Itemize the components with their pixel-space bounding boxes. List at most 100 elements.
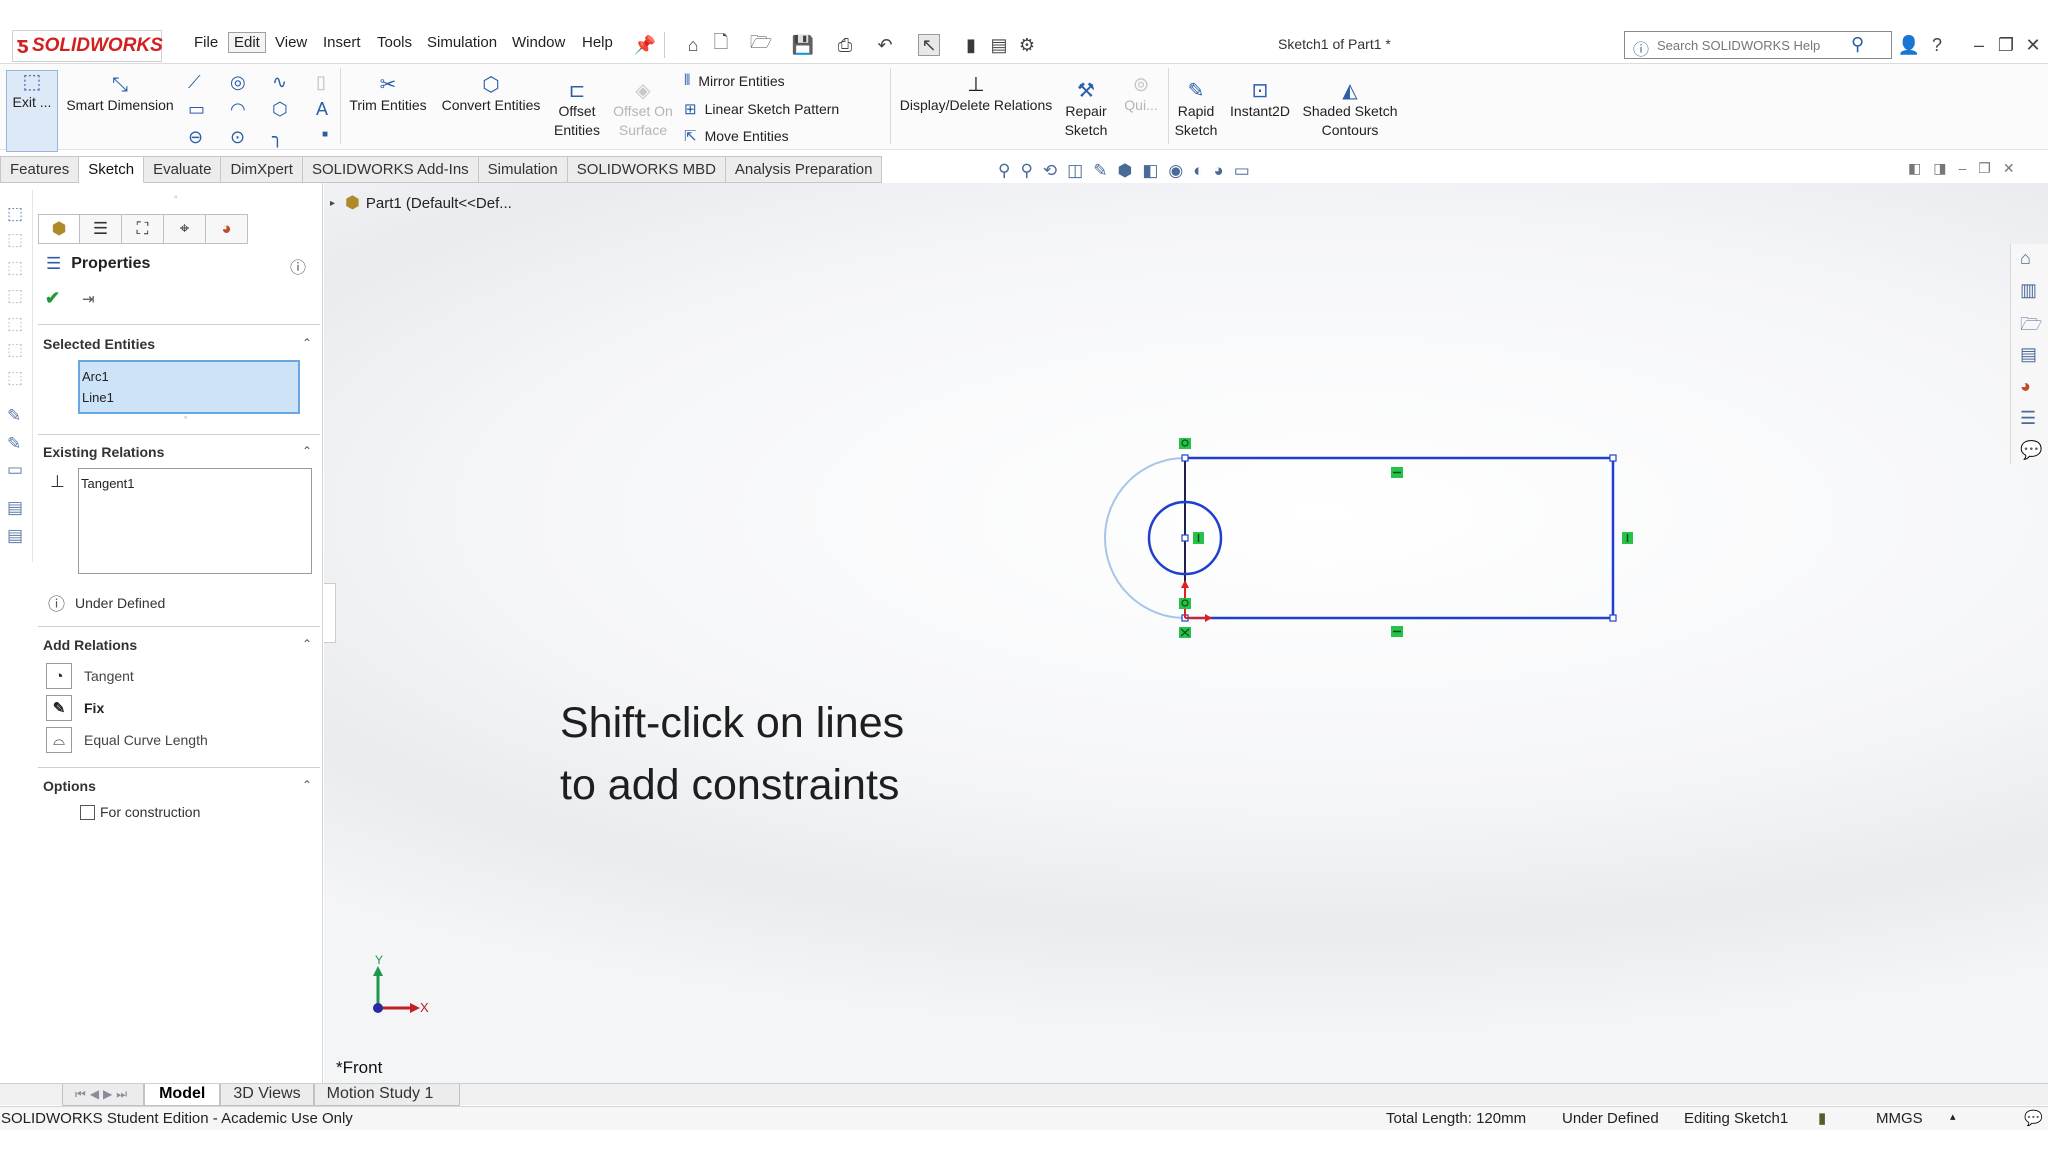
edit-sketch-icon[interactable]: ✎ bbox=[7, 406, 21, 426]
for-construction-label: For construction bbox=[100, 804, 201, 820]
sketch-point[interactable] bbox=[1609, 614, 1617, 622]
list-item[interactable]: Line1 bbox=[82, 387, 296, 408]
list-item[interactable]: Tangent1 bbox=[81, 473, 309, 494]
triad-y-arrowhead bbox=[373, 966, 383, 976]
bottom-tab-bar: ⏮ ◀ ▶ ⏭ Model 3D Views Motion Study 1 bbox=[0, 1083, 2048, 1106]
configuration-icon: ⛶ bbox=[136, 219, 149, 238]
add-relation-fix[interactable]: ✎ Fix bbox=[46, 695, 104, 721]
help-circle-icon[interactable]: ⓘ bbox=[290, 254, 306, 278]
caption-line-1: Shift-click on lines bbox=[560, 699, 905, 747]
sketch-display-icon[interactable]: ▭ bbox=[7, 460, 23, 480]
definition-status: ⓘ Under Defined bbox=[48, 590, 165, 615]
add-relation-tangent[interactable]: ◔ Tangent bbox=[46, 663, 134, 689]
property-manager bbox=[33, 183, 323, 1083]
sketch-tool-icon[interactable]: ⬚ bbox=[7, 314, 23, 334]
panel-collapse-handle[interactable] bbox=[324, 583, 336, 643]
collapse-caret-icon[interactable]: ⌃ bbox=[302, 637, 312, 651]
tab-scroll-arrows[interactable]: ⏮ ◀ ▶ ⏭ bbox=[62, 1083, 145, 1106]
info-icon: ⓘ bbox=[48, 595, 65, 614]
triad-x-arrowhead bbox=[410, 1003, 420, 1013]
property-manager-tab[interactable]: ☰ bbox=[80, 214, 122, 244]
relation-symbol-icon: ⊥ bbox=[50, 472, 65, 491]
tab-model[interactable]: Model bbox=[144, 1083, 221, 1106]
prev-tab-icon[interactable]: ◀ bbox=[90, 1087, 103, 1101]
add-relations-header[interactable]: Add Relations bbox=[43, 637, 137, 653]
sketch-tool-icon[interactable]: ⬚ bbox=[7, 340, 23, 360]
divider bbox=[38, 324, 320, 325]
sketch-point[interactable] bbox=[1181, 454, 1189, 462]
caption-line-2: to add constraints bbox=[560, 761, 900, 809]
sketch-point[interactable] bbox=[1609, 454, 1617, 462]
block-insert-icon[interactable]: ▤ bbox=[7, 526, 23, 546]
existing-relations-list[interactable]: Tangent1 bbox=[78, 468, 312, 574]
ok-checkmark-icon[interactable]: ✔ bbox=[45, 288, 60, 309]
divider bbox=[38, 626, 320, 627]
tutorial-caption: Shift-click on lines to add constraints bbox=[560, 692, 904, 816]
circle-center-point[interactable] bbox=[1181, 534, 1189, 542]
view-orientation-label: *Front bbox=[336, 1058, 383, 1077]
collapse-caret-icon[interactable]: ⌃ bbox=[302, 444, 312, 458]
selected-entities-list[interactable]: Arc1 Line1 bbox=[78, 360, 300, 414]
manager-tabs: ⬢ ☰ ⛶ ⌖ ◕ bbox=[38, 214, 248, 244]
block-icon[interactable]: ▤ bbox=[7, 498, 23, 518]
relation-label: Tangent bbox=[84, 668, 134, 684]
tangent-icon: ◔ bbox=[46, 663, 72, 689]
add-relation-equal-curve-length[interactable]: ⌓ Equal Curve Length bbox=[46, 727, 208, 753]
definition-status-text: Under Defined bbox=[1562, 1110, 1659, 1127]
properties-header: ☰ Properties bbox=[46, 254, 150, 274]
status-bar: SOLIDWORKS Student Edition - Academic Us… bbox=[0, 1106, 2048, 1130]
collapse-caret-icon[interactable]: ⌃ bbox=[302, 778, 312, 792]
panel-grip-icon[interactable]: ◦ bbox=[174, 192, 178, 203]
equal-curve-length-icon: ⌓ bbox=[46, 727, 72, 753]
total-length-readout: Total Length: 120mm bbox=[1386, 1110, 1527, 1127]
selected-entities-header[interactable]: Selected Entities bbox=[43, 336, 155, 352]
list-item[interactable]: Arc1 bbox=[82, 366, 296, 387]
resize-handle-icon[interactable]: ◦ bbox=[184, 412, 187, 422]
status-text: Under Defined bbox=[75, 594, 166, 611]
options-header[interactable]: Options bbox=[43, 778, 96, 794]
triad-origin bbox=[373, 1003, 383, 1013]
feature-manager-icon: ⬢ bbox=[51, 219, 67, 238]
sketch-tool-icon[interactable]: ⬚ bbox=[7, 286, 23, 306]
feature-manager-tab[interactable]: ⬢ bbox=[38, 214, 80, 244]
keep-visible-pin-icon[interactable]: ⇥ bbox=[82, 290, 95, 308]
sketch-tool-icon[interactable]: ⬚ bbox=[7, 204, 23, 224]
sketch-relations-icon[interactable]: ✎ bbox=[7, 434, 21, 454]
properties-icon: ☰ bbox=[46, 254, 62, 273]
display-manager-tab[interactable]: ◕ bbox=[206, 214, 248, 244]
units-menu-caret-icon[interactable]: ▴ bbox=[1950, 1110, 1956, 1123]
sketch-tool-icon[interactable]: ⬚ bbox=[7, 258, 23, 278]
configuration-manager-tab[interactable]: ⛶ bbox=[122, 214, 164, 244]
divider bbox=[38, 434, 320, 435]
existing-relations-header[interactable]: Existing Relations bbox=[43, 444, 164, 460]
tab-motion-study[interactable]: Motion Study 1 bbox=[313, 1083, 461, 1106]
origin-x-arrowhead bbox=[1205, 614, 1212, 622]
divider bbox=[38, 767, 320, 768]
fix-icon: ✎ bbox=[46, 695, 72, 721]
next-tab-icon[interactable]: ▶ bbox=[103, 1087, 116, 1101]
for-construction-option[interactable]: For construction bbox=[80, 804, 200, 820]
left-icon-strip: ⬚ ⬚ ⬚ ⬚ ⬚ ⬚ ⬚ ✎ ✎ ▭ ▤ ▤ bbox=[0, 190, 33, 562]
dimxpert-icon: ⌖ bbox=[179, 219, 190, 238]
unit-system-selector[interactable]: MMGS bbox=[1876, 1110, 1923, 1127]
editing-status-text: Editing Sketch1 bbox=[1684, 1110, 1789, 1127]
tangent-arc[interactable] bbox=[1104, 457, 1186, 619]
collapse-caret-icon[interactable]: ⌃ bbox=[302, 336, 312, 350]
first-tab-icon[interactable]: ⏮ bbox=[75, 1087, 90, 1102]
triad-y-label: Y bbox=[375, 953, 383, 967]
triad-x-label: X bbox=[420, 1000, 429, 1015]
sketch-tool-icon[interactable]: ⬚ bbox=[7, 368, 23, 388]
dimxpert-manager-tab[interactable]: ⌖ bbox=[164, 214, 206, 244]
relation-label: Fix bbox=[84, 700, 105, 716]
rebuild-status-icon[interactable]: ▮ bbox=[1818, 1109, 1826, 1127]
sketch-tool-icon[interactable]: ⬚ bbox=[7, 230, 23, 250]
edition-text: SOLIDWORKS Student Edition - Academic Us… bbox=[1, 1110, 353, 1127]
for-construction-checkbox[interactable] bbox=[80, 804, 95, 820]
panel-title: Properties bbox=[71, 255, 151, 272]
tab-3d-views[interactable]: 3D Views bbox=[220, 1083, 314, 1106]
relation-label: Equal Curve Length bbox=[84, 732, 208, 748]
last-tab-icon[interactable]: ⏭ bbox=[116, 1087, 131, 1102]
origin-y-arrowhead bbox=[1181, 580, 1189, 588]
property-manager-icon: ☰ bbox=[92, 219, 109, 238]
feedback-icon[interactable]: 💬 bbox=[2024, 1109, 2043, 1127]
